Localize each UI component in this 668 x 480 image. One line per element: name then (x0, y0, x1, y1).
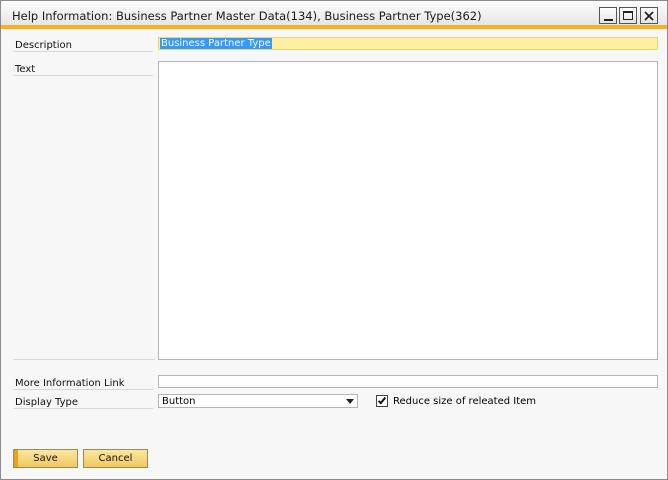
display-type-divider (13, 408, 153, 409)
display-type-value: Button (162, 396, 196, 407)
display-type-label: Display Type (15, 397, 79, 408)
save-button-label: Save (33, 453, 58, 464)
cancel-button-label: Cancel (98, 453, 133, 464)
title-bar[interactable]: Help Information: Business Partner Maste… (1, 1, 667, 29)
display-type-select[interactable]: Button (158, 394, 358, 408)
more-information-divider (13, 389, 153, 390)
more-information-link-label: More Information Link (15, 378, 125, 389)
window-title: Help Information: Business Partner Maste… (12, 9, 482, 23)
description-divider (13, 51, 153, 52)
close-icon (644, 10, 654, 21)
checkmark-icon (377, 395, 387, 405)
maximize-icon (623, 11, 633, 20)
description-field[interactable]: Business Partner Type (158, 37, 658, 50)
reduce-size-label[interactable]: Reduce size of releated Item (393, 396, 536, 407)
text-section-divider (13, 359, 155, 360)
minimize-icon (603, 19, 613, 21)
text-divider (13, 75, 153, 76)
description-value: Business Partner Type (160, 38, 272, 49)
description-label: Description (15, 40, 72, 51)
text-label: Text (15, 64, 36, 75)
cancel-button[interactable]: Cancel (83, 449, 148, 468)
help-information-window: Help Information: Business Partner Maste… (0, 0, 668, 480)
reduce-size-checkbox[interactable] (376, 395, 388, 407)
minimize-button[interactable] (599, 7, 617, 24)
dropdown-arrow-icon[interactable] (346, 399, 354, 404)
more-information-link-input[interactable] (158, 375, 658, 388)
maximize-button[interactable] (619, 7, 637, 24)
save-button[interactable]: Save (13, 449, 78, 468)
close-button[interactable] (640, 7, 658, 24)
text-area[interactable] (158, 61, 658, 360)
